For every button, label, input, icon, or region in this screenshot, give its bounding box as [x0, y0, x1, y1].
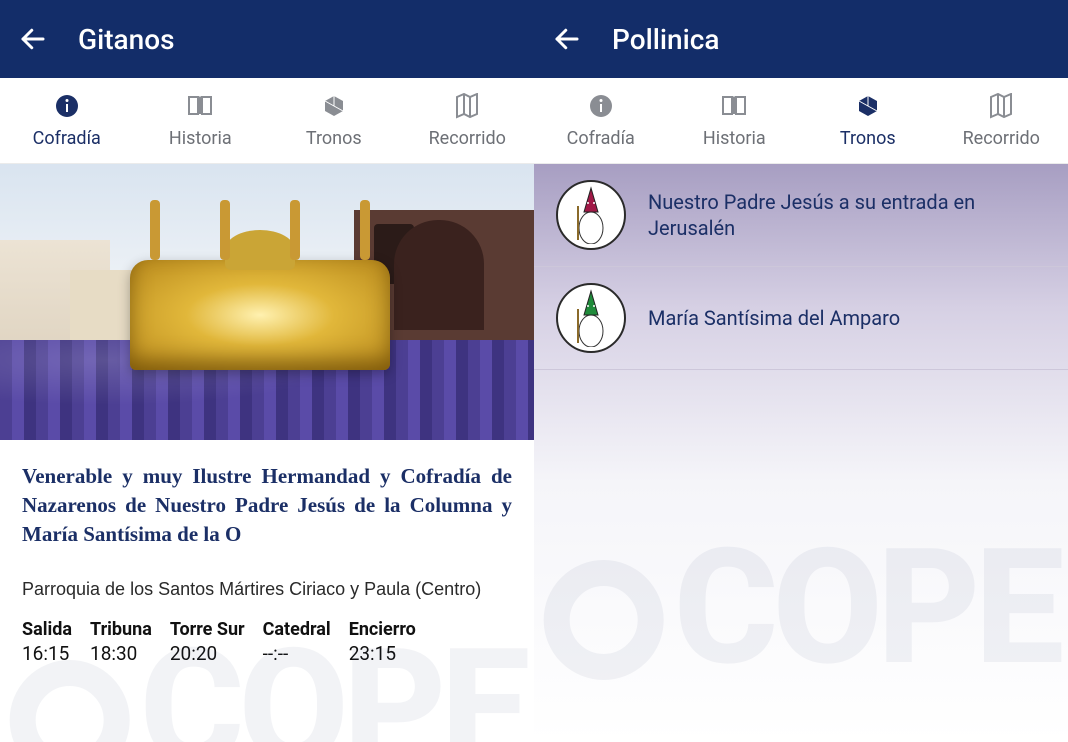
app-header: Pollinica — [534, 0, 1068, 78]
tab-recorrido[interactable]: Recorrido — [401, 78, 535, 163]
trono-icon — [556, 283, 626, 353]
schedule-head: Tribuna — [90, 619, 152, 640]
schedule-value: 18:30 — [90, 642, 137, 665]
tab-label: Tronos — [306, 128, 362, 149]
schedule-table: Salida16:15 Tribuna18:30 Torre Sur20:20 Cat… — [22, 619, 512, 665]
screen-pollinica: Pollinica Cofradía Historia Tronos Recorrid… — [534, 0, 1068, 742]
tab-tronos[interactable]: Tronos — [801, 78, 935, 163]
list-item[interactable]: Nuestro Padre Jesús a su entrada en Jeru… — [534, 164, 1068, 267]
hero-image — [0, 164, 534, 440]
schedule-head: Salida — [22, 619, 72, 640]
screen-gitanos: Gitanos CofradíaHistoriaTronosRecorrido … — [0, 0, 534, 742]
tab-label: Tronos — [840, 128, 896, 149]
schedule-head: Torre Sur — [170, 619, 245, 640]
tab-label: Cofradía — [567, 128, 635, 149]
tab-bar: Cofradía Historia Tronos Recorrido — [0, 78, 534, 164]
tab-label: Recorrido — [429, 128, 506, 149]
page-title: Pollinica — [612, 23, 719, 56]
schedule-value: --:-- — [263, 642, 289, 665]
schedule-col: Salida16:15 — [22, 619, 72, 665]
tab-bar: Cofradía Historia Tronos Recorrido — [534, 78, 1068, 164]
list-item[interactable]: María Santísima del Amparo — [534, 267, 1068, 370]
app-header: Gitanos — [0, 0, 534, 78]
tab-icon — [320, 92, 348, 120]
schedule-head: Catedral — [263, 619, 331, 640]
tab-label: Historia — [169, 128, 232, 149]
schedule-col: Tribuna18:30 — [90, 619, 152, 665]
tab-label: Cofradía — [33, 128, 101, 149]
back-icon[interactable] — [18, 24, 48, 54]
trono-icon — [556, 180, 626, 250]
tab-tronos[interactable]: Tronos — [267, 78, 401, 163]
schedule-value: 23:15 — [349, 642, 396, 665]
tab-icon — [720, 92, 748, 120]
brotherhood-full-name: Venerable y muy Ilustre Hermandad y Cofr… — [22, 462, 512, 549]
tab-icon — [987, 92, 1015, 120]
schedule-col: Torre Sur20:20 — [170, 619, 245, 665]
schedule-value: 20:20 — [170, 642, 217, 665]
tab-icon — [186, 92, 214, 120]
tab-cofradía[interactable]: Cofradía — [534, 78, 668, 163]
tab-icon — [453, 92, 481, 120]
trono-label: Nuestro Padre Jesús a su entrada en Jeru… — [648, 189, 1046, 241]
schedule-col: Encierro23:15 — [349, 619, 416, 665]
tab-icon — [53, 92, 81, 120]
tab-recorrido[interactable]: Recorrido — [935, 78, 1068, 163]
schedule-value: 16:15 — [22, 642, 69, 665]
parish-name: Parroquia de los Santos Mártires Ciriaco… — [22, 577, 512, 601]
trono-label: María Santísima del Amparo — [648, 305, 900, 331]
article-body: Venerable y muy Ilustre Hermandad y Cofr… — [0, 440, 534, 665]
tab-icon — [587, 92, 615, 120]
page-title: Gitanos — [78, 23, 175, 56]
schedule-col: Catedral--:-- — [263, 619, 331, 665]
tab-historia[interactable]: Historia — [134, 78, 268, 163]
back-icon[interactable] — [552, 24, 582, 54]
tab-label: Recorrido — [963, 128, 1040, 149]
tab-label: Historia — [703, 128, 766, 149]
tronos-list: Nuestro Padre Jesús a su entrada en Jeru… — [534, 164, 1068, 742]
tab-icon — [854, 92, 882, 120]
schedule-head: Encierro — [349, 619, 416, 640]
tab-cofradía[interactable]: Cofradía — [0, 78, 134, 163]
tab-historia[interactable]: Historia — [668, 78, 802, 163]
